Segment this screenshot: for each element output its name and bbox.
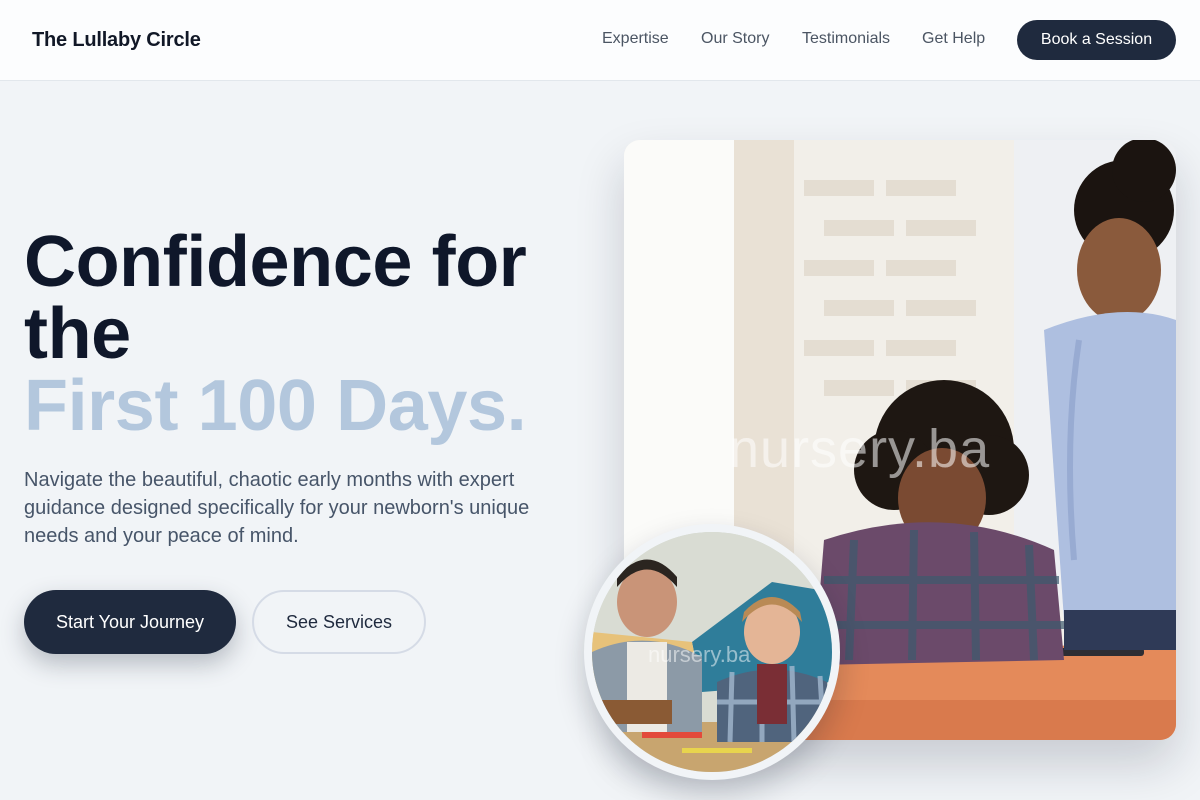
brand-logo[interactable]: The Lullaby Circle [32, 29, 201, 52]
hero-headline: Confidence for the First 100 Days. [24, 226, 584, 442]
headline-line-1: Confidence for [24, 222, 527, 302]
site-header: The Lullaby Circle Expertise Our Story T… [0, 0, 1200, 81]
hero-photo-circle: nursery.ba [584, 524, 840, 780]
see-services-button[interactable]: See Services [252, 590, 426, 654]
headline-accent: First 100 Days. [24, 366, 527, 446]
nav-link-expertise[interactable]: Expertise [602, 30, 669, 48]
book-session-button[interactable]: Book a Session [1017, 20, 1176, 60]
photo-illustration-father-son [592, 532, 832, 772]
headline-line-2: the [24, 294, 131, 374]
nav-link-our-story[interactable]: Our Story [701, 30, 769, 48]
circle-photo-frame: nursery.ba [592, 532, 832, 772]
start-journey-button[interactable]: Start Your Journey [24, 590, 236, 654]
hero-subcopy: Navigate the beautiful, chaotic early mo… [24, 469, 530, 547]
nav-link-get-help[interactable]: Get Help [922, 30, 985, 48]
nav-link-testimonials[interactable]: Testimonials [802, 30, 890, 48]
